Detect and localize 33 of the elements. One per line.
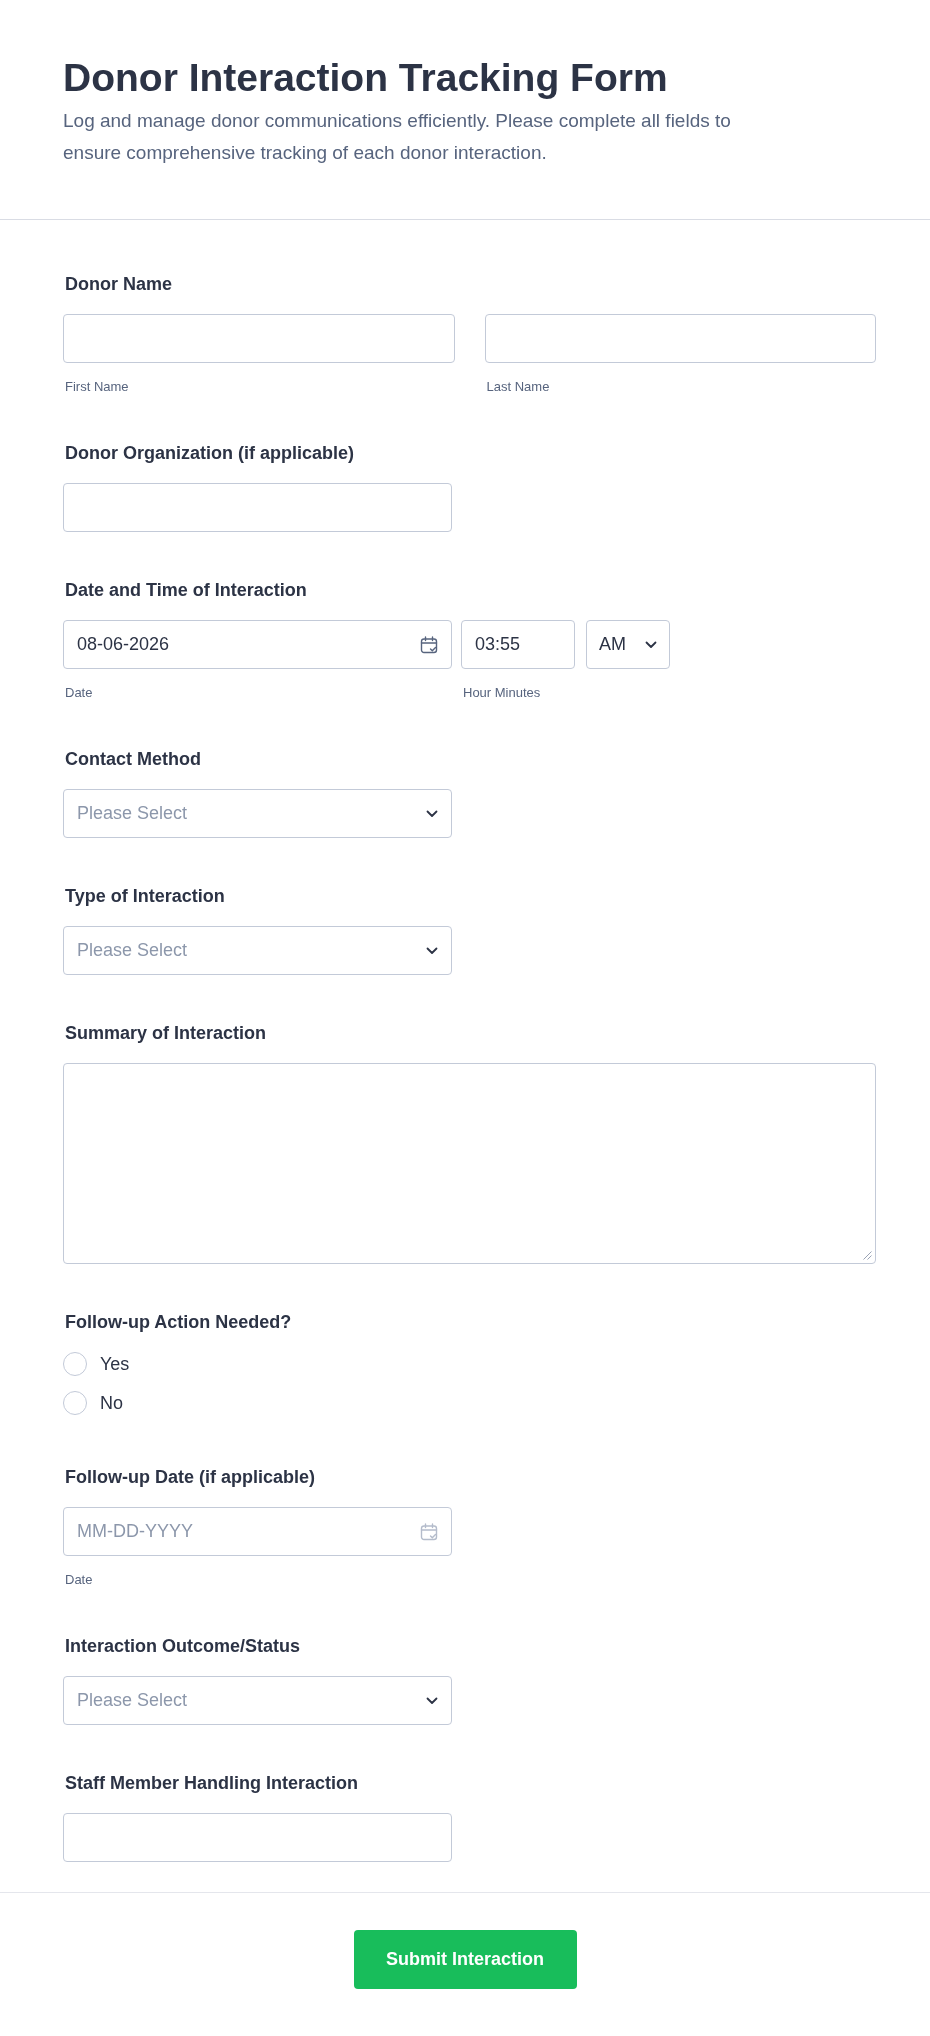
field-sublabel: Date: [65, 1572, 93, 1588]
field-label: Date and Time of Interaction: [65, 579, 307, 602]
time-field[interactable]: 03:55: [461, 620, 575, 669]
date-field[interactable]: 08-06-2026: [63, 620, 452, 669]
text-input[interactable]: [63, 314, 455, 363]
field-label: Contact Method: [65, 748, 201, 771]
chevron-down-icon: [426, 1696, 438, 1705]
field-label: Interaction Outcome/Status: [65, 1635, 301, 1658]
field-label: Type of Interaction: [65, 885, 225, 908]
field-sublabel: Date: [65, 685, 93, 701]
calendar-icon[interactable]: [420, 635, 438, 654]
text-area[interactable]: [63, 1063, 876, 1264]
form-description: Log and manage donor communications efficiently. Please complete all fields to ensure comprehensive tracking of each donor interaction.: [63, 109, 732, 165]
text-input[interactable]: [484, 314, 876, 363]
period-select[interactable]: AM: [586, 620, 670, 669]
field-label: Follow-up Action Needed?: [65, 1311, 292, 1334]
field-label: Donor Organization (if applicable): [65, 442, 354, 465]
field-label: Staff Member Handling Interaction: [65, 1772, 359, 1795]
field-label: Summary of Interaction: [65, 1022, 267, 1045]
field-sublabel: Last Name: [486, 379, 550, 395]
field-label: Donor Name: [65, 273, 172, 296]
chevron-down-icon: [426, 809, 438, 818]
text-input[interactable]: [63, 483, 452, 532]
field-sublabel: First Name: [65, 379, 129, 395]
resize-grip-icon[interactable]: [863, 1251, 872, 1260]
option-label[interactable]: Yes: [100, 1352, 130, 1376]
chevron-down-icon: [426, 946, 438, 955]
field-label: Follow-up Date (if applicable): [65, 1466, 315, 1489]
option-label[interactable]: No: [100, 1391, 123, 1415]
text-input[interactable]: [63, 1813, 452, 1862]
form-title: Donor Interaction Tracking Form: [63, 55, 669, 101]
chevron-down-icon: [645, 640, 657, 649]
field-sublabel: Hour Minutes: [463, 685, 541, 701]
